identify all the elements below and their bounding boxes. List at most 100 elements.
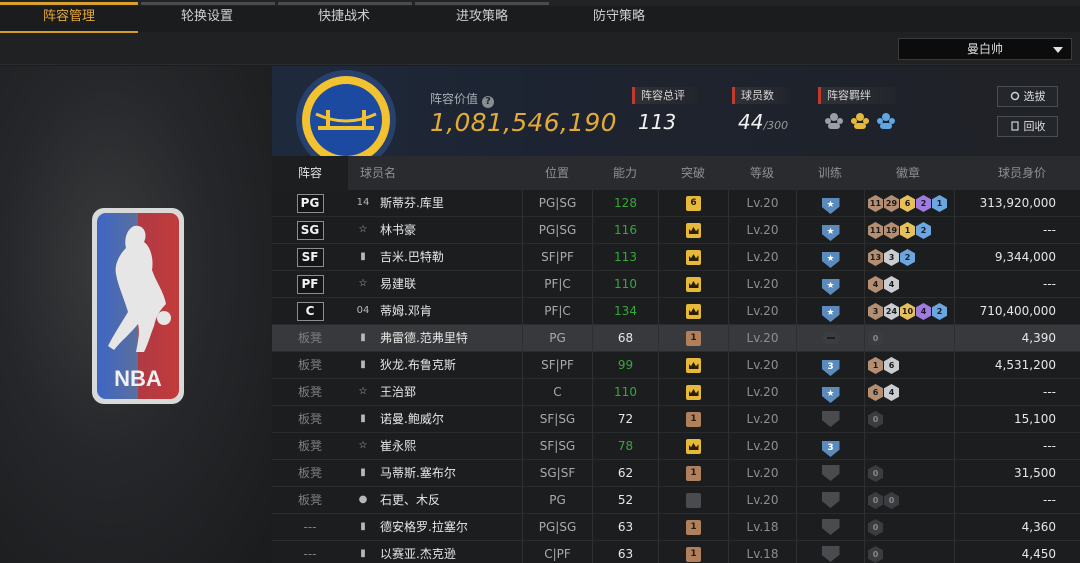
- slot-cell[interactable]: 板凳: [272, 325, 348, 352]
- badge-list[interactable]: 13 3 2: [864, 244, 915, 271]
- training-cell[interactable]: ★: [796, 271, 864, 298]
- tab-lineup[interactable]: 阵容管理: [0, 0, 138, 33]
- training-cell[interactable]: ★: [796, 190, 864, 217]
- table-row[interactable]: --- ▮ 以赛亚.杰克逊 C|PF 63 1 Lv.18 0 4,450: [272, 541, 1080, 563]
- position-cell: SF|SG: [522, 406, 592, 433]
- player-name[interactable]: 蒂姆.邓肯: [380, 298, 432, 325]
- tab-offense[interactable]: 进攻策略: [413, 0, 551, 33]
- table-row[interactable]: SG ☆ 林书豪 PG|SG 116 Lv.20 ★ 11 19 1 2 ---: [272, 217, 1080, 244]
- badge-list[interactable]: 64: [864, 379, 899, 406]
- player-name[interactable]: 狄龙.布鲁克斯: [380, 352, 456, 379]
- training-cell[interactable]: ★: [796, 244, 864, 271]
- table-row[interactable]: 板凳 ☆ 王治郅 C 110 Lv.20 ★ 6 4 ---: [272, 379, 1080, 406]
- training-cell[interactable]: [796, 487, 864, 514]
- breakthrough-cell[interactable]: [658, 379, 728, 406]
- player-name[interactable]: 易建联: [380, 271, 416, 298]
- player-name[interactable]: 马蒂斯.塞布尔: [380, 460, 456, 487]
- badge-list[interactable]: 0: [864, 541, 883, 563]
- table-row[interactable]: 板凳 ☆ 崔永熙 SF|SG 78 Lv.20 3 ---: [272, 433, 1080, 460]
- table-row[interactable]: --- ▮ 德安格罗.拉塞尔 PG|SG 63 1 Lv.18 0 4,360: [272, 514, 1080, 541]
- badge-list[interactable]: 00: [864, 487, 899, 514]
- breakthrough-cell[interactable]: 6: [658, 190, 728, 217]
- training-cell[interactable]: ★: [796, 217, 864, 244]
- badge-list[interactable]: 0: [864, 325, 883, 352]
- player-name[interactable]: 德安格罗.拉塞尔: [380, 514, 468, 541]
- slot-cell[interactable]: 板凳: [272, 352, 348, 379]
- badge-list[interactable]: 11 29 6 2 1: [864, 190, 947, 217]
- slot-cell[interactable]: PG: [272, 190, 348, 217]
- player-name[interactable]: 斯蒂芬.库里: [380, 190, 444, 217]
- breakthrough-cell[interactable]: 1: [658, 514, 728, 541]
- team-select-dropdown[interactable]: 曼白帅: [898, 38, 1072, 60]
- breakthrough-cell[interactable]: 1: [658, 541, 728, 563]
- breakthrough-cell[interactable]: [658, 298, 728, 325]
- slot-cell[interactable]: SF: [272, 244, 348, 271]
- recycle-button[interactable]: 回收: [997, 116, 1058, 137]
- badge-list[interactable]: 0: [864, 460, 883, 487]
- training-cell[interactable]: 3: [796, 433, 864, 460]
- table-row[interactable]: PF ☆ 易建联 PF|C 110 Lv.20 ★ 4 4 ---: [272, 271, 1080, 298]
- col-level: 等级: [749, 166, 774, 180]
- player-name[interactable]: 弗雷德.范弗里特: [380, 325, 468, 352]
- scout-button[interactable]: 选拔: [997, 86, 1058, 107]
- slot-cell[interactable]: C: [272, 298, 348, 325]
- breakthrough-cell[interactable]: [658, 433, 728, 460]
- table-row[interactable]: 板凳 ▮ 诺曼.鲍威尔 SF|SG 72 1 Lv.20 0 15,100: [272, 406, 1080, 433]
- training-cell[interactable]: 3: [796, 352, 864, 379]
- training-cell[interactable]: [796, 406, 864, 433]
- lineup-value-label-text: 阵容价值: [430, 92, 479, 106]
- player-name[interactable]: 诺曼.鲍威尔: [380, 406, 444, 433]
- breakthrough-cell[interactable]: 1: [658, 460, 728, 487]
- help-icon[interactable]: ?: [482, 96, 495, 108]
- training-cell[interactable]: ★: [796, 298, 864, 325]
- slot-cell[interactable]: 板凳: [272, 460, 348, 487]
- slot-cell[interactable]: ---: [272, 541, 348, 563]
- table-row[interactable]: C 04 蒂姆.邓肯 PF|C 134 Lv.20 ★ 3 24 10 4 2 710,400,000: [272, 298, 1080, 325]
- player-name[interactable]: 吉米.巴特勒: [380, 244, 444, 271]
- training-cell[interactable]: [796, 460, 864, 487]
- bond-group-gold-icon[interactable]: [850, 112, 870, 130]
- training-cell[interactable]: ★: [796, 379, 864, 406]
- breakthrough-cell[interactable]: [658, 352, 728, 379]
- player-name[interactable]: 林书豪: [380, 217, 416, 244]
- breakthrough-cell[interactable]: 1: [658, 406, 728, 433]
- bond-group-blue-icon[interactable]: [876, 112, 896, 130]
- badge-list[interactable]: [864, 433, 868, 460]
- tab-rotation[interactable]: 轮换设置: [138, 0, 276, 33]
- slot-cell[interactable]: SG: [272, 217, 348, 244]
- badge-list[interactable]: 3 24 10 4 2: [864, 298, 947, 325]
- badge-list[interactable]: 0: [864, 514, 883, 541]
- breakthrough-cell[interactable]: [658, 244, 728, 271]
- table-row[interactable]: 板凳 ▮ 马蒂斯.塞布尔 SG|SF 62 1 Lv.20 0 31,500: [272, 460, 1080, 487]
- breakthrough-cell[interactable]: 1: [658, 325, 728, 352]
- bond-icons[interactable]: [824, 112, 896, 130]
- badge-list[interactable]: 0: [864, 406, 883, 433]
- breakthrough-cell[interactable]: [658, 271, 728, 298]
- table-row[interactable]: 板凳 ▮ 狄龙.布鲁克斯 SF|PF 99 Lv.20 3 1 6 4,531,200: [272, 352, 1080, 379]
- slot-cell[interactable]: 板凳: [272, 379, 348, 406]
- breakthrough-cell[interactable]: [658, 487, 728, 514]
- table-row[interactable]: SF ▮ 吉米.巴特勒 SF|PF 113 Lv.20 ★ 13 3 2 9,344,000: [272, 244, 1080, 271]
- table-row[interactable]: 板凳 ▮ 弗雷德.范弗里特 PG 68 1 Lv.20 0 4,390: [272, 325, 1080, 352]
- training-cell[interactable]: [796, 514, 864, 541]
- breakthrough-cell[interactable]: [658, 217, 728, 244]
- badge-list[interactable]: 11 19 1 2: [864, 217, 931, 244]
- player-name[interactable]: 崔永熙: [380, 433, 416, 460]
- tab-quick-tactics[interactable]: 快捷战术: [275, 0, 413, 33]
- player-name[interactable]: 石更、木反: [380, 487, 440, 514]
- table-row[interactable]: PG 14 斯蒂芬.库里 PG|SG 128 6 Lv.20 ★ 11 29 6 2 1 313,920,…: [272, 190, 1080, 217]
- slot-cell[interactable]: 板凳: [272, 487, 348, 514]
- training-cell[interactable]: [796, 541, 864, 563]
- badge-list[interactable]: 16: [864, 352, 899, 379]
- player-name[interactable]: 王治郅: [380, 379, 416, 406]
- slot-cell[interactable]: ---: [272, 514, 348, 541]
- slot-cell[interactable]: 板凳: [272, 433, 348, 460]
- training-cell[interactable]: [796, 325, 864, 352]
- badge-list[interactable]: 44: [864, 271, 899, 298]
- tab-defense[interactable]: 防守策略: [550, 0, 688, 33]
- player-name[interactable]: 以赛亚.杰克逊: [380, 541, 456, 563]
- table-row[interactable]: 板凳 ● 石更、木反 PG 52 Lv.20 0 0 ---: [272, 487, 1080, 514]
- slot-cell[interactable]: PF: [272, 271, 348, 298]
- slot-cell[interactable]: 板凳: [272, 406, 348, 433]
- bond-group-gray-icon[interactable]: [824, 112, 844, 130]
